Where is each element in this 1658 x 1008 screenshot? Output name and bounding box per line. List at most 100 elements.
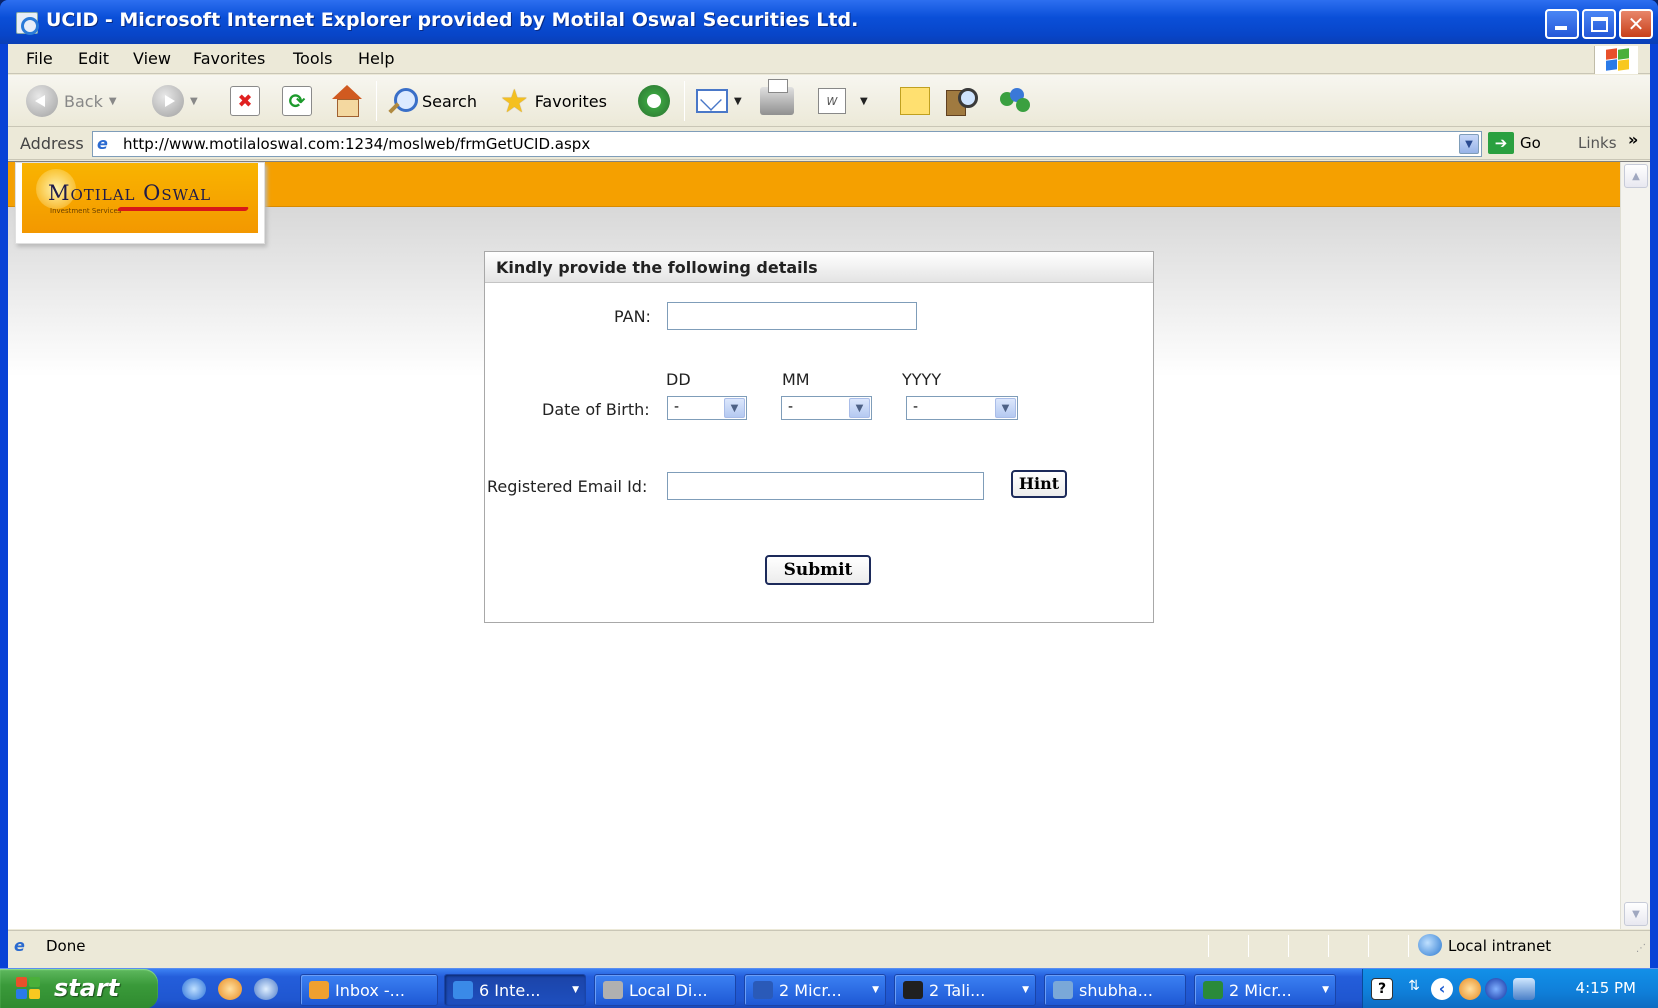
home-button[interactable]	[330, 83, 364, 119]
logo-swoosh	[116, 207, 250, 211]
links-label[interactable]: Links	[1578, 134, 1617, 152]
messenger-tray-icon[interactable]	[1485, 978, 1507, 1000]
mail-icon	[696, 89, 728, 113]
back-button[interactable]: Back ▼	[26, 83, 117, 119]
taskbar-button[interactable]: 2 Micr... ▼	[744, 974, 886, 1006]
dob-month-select[interactable]: - ▼	[781, 396, 872, 420]
quick-launch-outlook-icon[interactable]	[218, 978, 242, 1000]
quick-launch-desktop-icon[interactable]	[254, 978, 278, 1000]
mail-button[interactable]: ▼	[696, 83, 742, 119]
submit-button[interactable]: Submit	[765, 555, 871, 585]
go-label: Go	[1520, 134, 1541, 152]
task-app-icon	[453, 981, 473, 999]
task-app-icon	[1203, 981, 1223, 999]
task-label: 2 Micr...	[779, 981, 842, 1000]
window-title: UCID - Microsoft Internet Explorer provi…	[46, 9, 859, 31]
status-separator	[1208, 935, 1209, 957]
discuss-button[interactable]	[900, 83, 930, 119]
taskbar-button[interactable]: 6 Inte... ▼	[444, 974, 586, 1006]
chevron-down-icon: ▼	[190, 95, 198, 107]
back-arrow-icon	[26, 85, 58, 117]
ie-page-icon: e	[14, 936, 25, 955]
back-label: Back	[64, 91, 103, 111]
task-label: 6 Inte...	[479, 981, 541, 1000]
go-arrow-icon: ➔	[1488, 132, 1514, 154]
logo-text: Motilal Oswal	[48, 181, 212, 205]
status-separator	[1288, 935, 1289, 957]
dob-day-value: -	[674, 399, 680, 415]
email-input[interactable]	[667, 472, 984, 500]
vertical-scrollbar[interactable]: ▲ ▼	[1620, 162, 1650, 929]
yyyy-header: YYYY	[902, 370, 942, 389]
quick-launch-ie-icon[interactable]	[182, 978, 206, 1000]
logo-subtext: Investment Services	[50, 207, 122, 215]
taskbar-button[interactable]: Inbox -...	[300, 974, 438, 1006]
chevron-down-icon: ▼	[734, 95, 742, 107]
refresh-button[interactable]: ⟳	[282, 83, 312, 119]
ie-window-icon[interactable]	[16, 12, 39, 35]
tray-collapse-icon[interactable]: ‹	[1431, 978, 1453, 1000]
task-label: shubha...	[1079, 981, 1153, 1000]
outlook-tray-icon[interactable]	[1459, 978, 1481, 1000]
scroll-up-button[interactable]: ▲	[1624, 164, 1648, 188]
menu-view[interactable]: View	[133, 49, 171, 68]
note-icon	[900, 87, 930, 115]
go-button[interactable]: ➔ Go	[1488, 132, 1541, 154]
maximize-icon	[1591, 17, 1608, 32]
title-bar[interactable]: UCID - Microsoft Internet Explorer provi…	[0, 0, 1658, 44]
dob-day-select[interactable]: - ▼	[667, 396, 747, 420]
menu-tools[interactable]: Tools	[293, 49, 332, 68]
scroll-down-button[interactable]: ▼	[1624, 902, 1648, 926]
search-button[interactable]: Search	[386, 83, 477, 119]
research-button[interactable]	[946, 83, 978, 119]
toolbar-separator	[684, 81, 685, 121]
refresh-icon: ⟳	[282, 86, 312, 116]
panel-title: Kindly provide the following details	[496, 258, 818, 277]
network-icon[interactable]: ⇅	[1403, 978, 1425, 1000]
monitor-tray-icon[interactable]	[1513, 978, 1535, 1000]
history-button[interactable]	[638, 83, 670, 119]
resize-grip-icon[interactable]: ⋰	[1636, 943, 1646, 954]
home-icon	[330, 85, 364, 117]
edit-button[interactable]: W ▼	[818, 83, 868, 119]
hint-button[interactable]: Hint	[1011, 470, 1067, 498]
links-chevron-icon[interactable]: »	[1628, 130, 1638, 149]
page-viewport: Motilal Oswal Investment Services Kindly…	[8, 161, 1650, 929]
taskbar-button[interactable]: 2 Micr... ▼	[1194, 974, 1336, 1006]
chevron-down-icon: ▼	[572, 985, 579, 995]
favorites-button[interactable]: ★ Favorites	[500, 83, 607, 119]
forward-button[interactable]: ▼	[152, 83, 198, 119]
address-url[interactable]: http://www.motilaloswal.com:1234/moslweb…	[123, 135, 590, 153]
print-button[interactable]	[760, 79, 794, 119]
taskbar-button[interactable]: 2 Tali... ▼	[894, 974, 1036, 1006]
maximize-button[interactable]	[1582, 9, 1616, 39]
task-app-icon	[1053, 981, 1073, 999]
address-input[interactable]: e http://www.motilaloswal.com:1234/moslw…	[92, 131, 1482, 157]
help-icon[interactable]: ?	[1371, 978, 1393, 1000]
task-app-icon	[753, 981, 773, 999]
taskbar-button[interactable]: shubha...	[1044, 974, 1186, 1006]
menu-favorites[interactable]: Favorites	[193, 49, 265, 68]
minimize-button[interactable]	[1545, 9, 1579, 39]
status-bar: e Done Local intranet ⋰	[8, 930, 1650, 960]
browser-window: UCID - Microsoft Internet Explorer provi…	[0, 0, 1658, 968]
history-icon	[638, 85, 670, 117]
printer-icon	[760, 79, 794, 115]
start-button[interactable]: start	[0, 969, 158, 1008]
stop-button[interactable]: ✖	[230, 83, 260, 119]
pan-input[interactable]	[667, 302, 917, 330]
intranet-globe-icon	[1418, 934, 1442, 956]
motilal-oswal-logo[interactable]: Motilal Oswal Investment Services	[22, 163, 258, 233]
status-text: Done	[46, 937, 86, 955]
menu-file[interactable]: File	[26, 49, 53, 68]
address-dropdown-button[interactable]: ▼	[1459, 134, 1479, 154]
status-separator	[1328, 935, 1329, 957]
windows-logo-icon	[1594, 46, 1638, 74]
menu-help[interactable]: Help	[358, 49, 394, 68]
dob-year-select[interactable]: - ▼	[906, 396, 1018, 420]
taskbar-button[interactable]: Local Di...	[594, 974, 736, 1006]
menu-edit[interactable]: Edit	[78, 49, 109, 68]
close-button[interactable]: ✕	[1619, 9, 1653, 39]
messenger-icon	[998, 86, 1032, 116]
messenger-button[interactable]	[998, 83, 1032, 119]
